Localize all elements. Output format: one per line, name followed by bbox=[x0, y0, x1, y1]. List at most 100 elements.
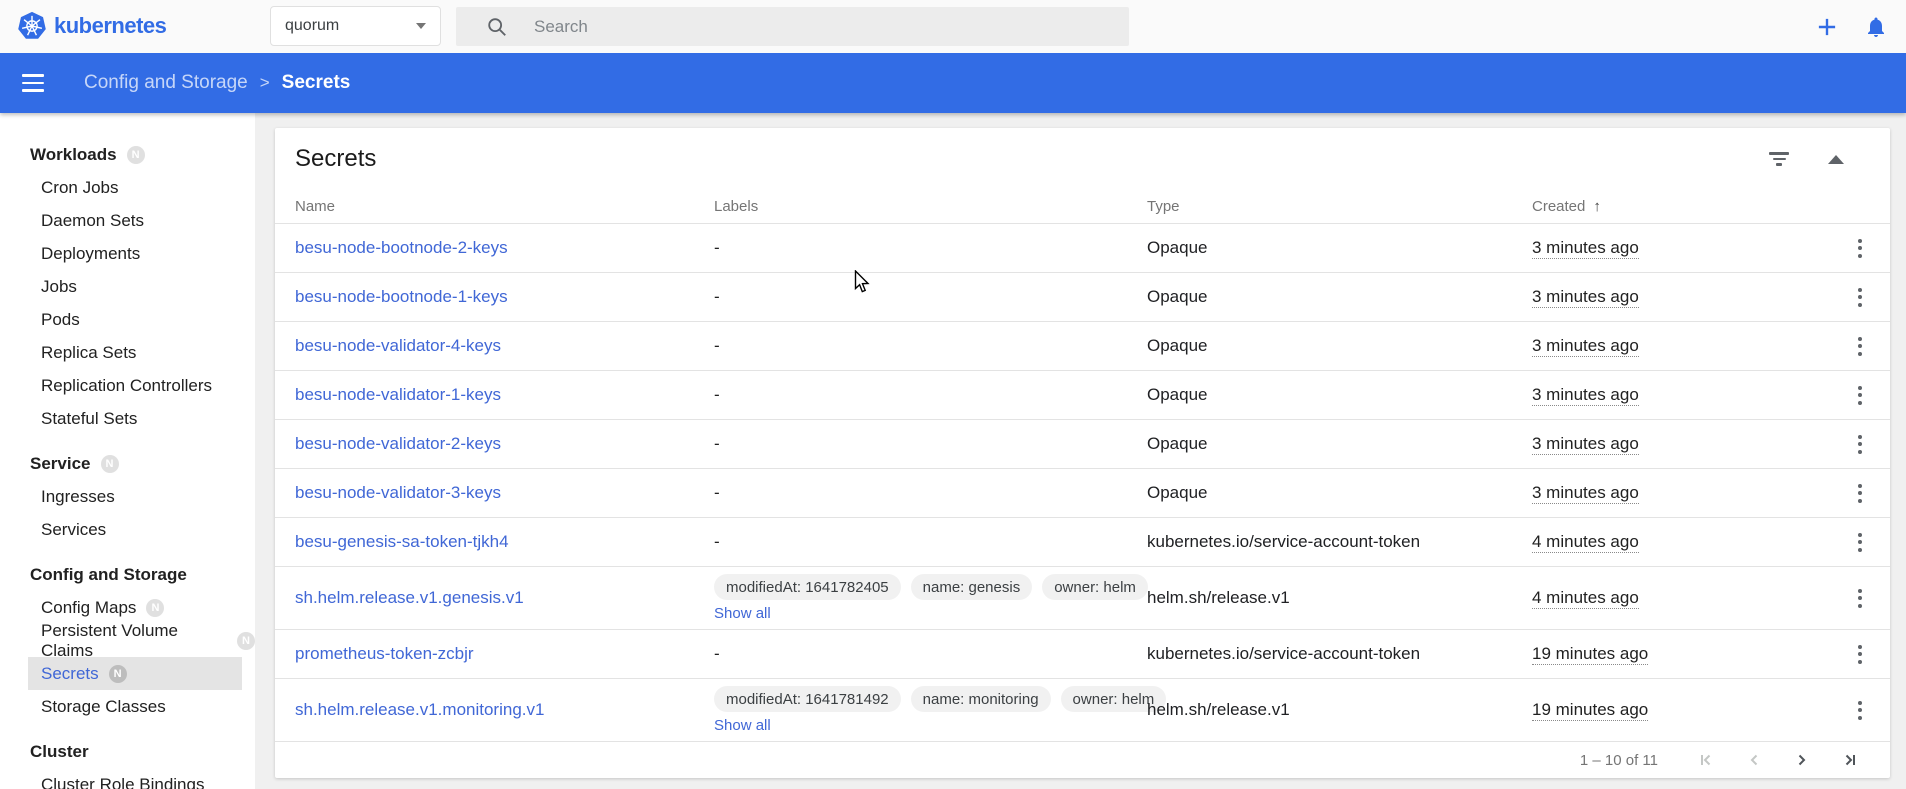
show-all-link[interactable]: Show all bbox=[714, 717, 771, 734]
type-cell: Opaque bbox=[1147, 385, 1532, 405]
sidebar-section-title-cluster[interactable]: Cluster bbox=[0, 736, 255, 768]
name-cell: besu-node-validator-2-keys bbox=[295, 434, 714, 454]
topbar-actions bbox=[1812, 0, 1890, 53]
breadcrumb: Config and Storage > Secrets bbox=[84, 72, 350, 94]
row-menu-button[interactable] bbox=[1836, 375, 1884, 415]
brand[interactable]: kubernetes bbox=[17, 11, 166, 41]
sidebar-item-ingresses[interactable]: Ingresses bbox=[0, 480, 255, 513]
sidebar-item-label: Deployments bbox=[41, 244, 140, 264]
created-time: 3 minutes ago bbox=[1532, 287, 1639, 308]
sidebar-item-deployments[interactable]: Deployments bbox=[0, 237, 255, 270]
created-time: 19 minutes ago bbox=[1532, 700, 1648, 721]
table-row: besu-node-validator-2-keys-Opaque3 minut… bbox=[275, 420, 1890, 469]
secret-name-link[interactable]: besu-node-bootnode-2-keys bbox=[295, 238, 508, 257]
row-actions-cell bbox=[1836, 522, 1884, 562]
row-menu-button[interactable] bbox=[1836, 277, 1884, 317]
sidebar-item-label: Replica Sets bbox=[41, 343, 136, 363]
table-row: besu-node-validator-4-keys-Opaque3 minut… bbox=[275, 322, 1890, 371]
secret-name-link[interactable]: besu-node-validator-1-keys bbox=[295, 385, 501, 404]
table-row: sh.helm.release.v1.genesis.v1 modifiedAt:… bbox=[275, 567, 1890, 630]
created-cell: 19 minutes ago bbox=[1532, 644, 1836, 664]
sidebar-item-label: Services bbox=[41, 520, 106, 540]
labels-cell: modifiedAt: 1641781492name: monitoringow… bbox=[714, 679, 1147, 741]
show-all-link[interactable]: Show all bbox=[714, 605, 771, 622]
secret-name-link[interactable]: sh.helm.release.v1.monitoring.v1 bbox=[295, 700, 544, 719]
last-page-button[interactable] bbox=[1826, 742, 1874, 778]
sidebar-section-title-workloads[interactable]: WorkloadsN bbox=[0, 139, 255, 171]
name-cell: besu-node-validator-1-keys bbox=[295, 385, 714, 405]
sidebar-item-persistent-volume-claims[interactable]: Persistent Volume ClaimsN bbox=[0, 624, 255, 657]
notifications-button[interactable] bbox=[1862, 13, 1890, 41]
created-time: 3 minutes ago bbox=[1532, 483, 1639, 504]
sidebar-section-label: Cluster bbox=[30, 742, 89, 762]
sidebar-section-title-config-and-storage[interactable]: Config and Storage bbox=[0, 559, 255, 591]
labels-empty: - bbox=[714, 644, 720, 663]
sidebar-item-replication-controllers[interactable]: Replication Controllers bbox=[0, 369, 255, 402]
secret-name-link[interactable]: besu-node-validator-4-keys bbox=[295, 336, 501, 355]
label-chip: modifiedAt: 1641782405 bbox=[714, 574, 901, 600]
sidebar-item-services[interactable]: Services bbox=[0, 513, 255, 546]
sidebar-item-replica-sets[interactable]: Replica Sets bbox=[0, 336, 255, 369]
created-cell: 19 minutes ago bbox=[1532, 700, 1836, 720]
secret-type: Opaque bbox=[1147, 385, 1208, 404]
secret-name-link[interactable]: prometheus-token-zcbjr bbox=[295, 644, 474, 663]
sidebar-item-label: Persistent Volume Claims bbox=[41, 621, 227, 661]
row-actions-cell bbox=[1836, 277, 1884, 317]
table-row: besu-node-bootnode-2-keys-Opaque3 minute… bbox=[275, 224, 1890, 273]
secret-type: helm.sh/release.v1 bbox=[1147, 588, 1290, 607]
row-menu-button[interactable] bbox=[1836, 326, 1884, 366]
type-cell: Opaque bbox=[1147, 238, 1532, 258]
sidebar-item-jobs[interactable]: Jobs bbox=[0, 270, 255, 303]
type-cell: helm.sh/release.v1 bbox=[1147, 700, 1532, 720]
sidebar-item-label: Ingresses bbox=[41, 487, 115, 507]
column-header-label: Labels bbox=[714, 198, 758, 215]
sidebar-item-stateful-sets[interactable]: Stateful Sets bbox=[0, 402, 255, 435]
type-cell: Opaque bbox=[1147, 483, 1532, 503]
breadcrumb-parent-link[interactable]: Config and Storage bbox=[84, 72, 248, 94]
created-time: 3 minutes ago bbox=[1532, 238, 1639, 259]
sidebar-item-cluster-role-bindings[interactable]: Cluster Role Bindings bbox=[0, 768, 255, 789]
menu-button[interactable] bbox=[18, 70, 48, 96]
new-badge: N bbox=[146, 599, 164, 617]
sidebar-item-config-maps[interactable]: Config MapsN bbox=[0, 591, 255, 624]
collapse-card-button[interactable] bbox=[1826, 153, 1846, 166]
sidebar-item-storage-classes[interactable]: Storage Classes bbox=[0, 690, 255, 723]
type-cell: Opaque bbox=[1147, 434, 1532, 454]
secret-name-link[interactable]: besu-node-validator-2-keys bbox=[295, 434, 501, 453]
next-page-button[interactable] bbox=[1778, 742, 1826, 778]
secret-name-link[interactable]: besu-node-bootnode-1-keys bbox=[295, 287, 508, 306]
row-menu-button[interactable] bbox=[1836, 228, 1884, 268]
breadcrumb-current: Secrets bbox=[282, 72, 351, 94]
row-menu-button[interactable] bbox=[1836, 578, 1884, 618]
column-header-name[interactable]: Name bbox=[295, 198, 714, 215]
sidebar-section-label: Service bbox=[30, 454, 91, 474]
row-menu-button[interactable] bbox=[1836, 473, 1884, 513]
sidebar-item-cron-jobs[interactable]: Cron Jobs bbox=[0, 171, 255, 204]
row-menu-button[interactable] bbox=[1836, 522, 1884, 562]
first-page-icon bbox=[1694, 748, 1718, 772]
sidebar-item-label: Daemon Sets bbox=[41, 211, 144, 231]
kebab-icon bbox=[1858, 484, 1862, 503]
namespace-selector[interactable]: quorum bbox=[270, 6, 441, 46]
row-menu-button[interactable] bbox=[1836, 424, 1884, 464]
sidebar-item-daemon-sets[interactable]: Daemon Sets bbox=[0, 204, 255, 237]
filter-button[interactable] bbox=[1766, 150, 1792, 168]
create-resource-button[interactable] bbox=[1812, 12, 1842, 42]
created-cell: 4 minutes ago bbox=[1532, 588, 1836, 608]
table-row: prometheus-token-zcbjr-kubernetes.io/ser… bbox=[275, 630, 1890, 679]
labels-empty: - bbox=[714, 287, 720, 306]
labels-cell: - bbox=[714, 644, 1147, 664]
sidebar-section-title-service[interactable]: ServiceN bbox=[0, 448, 255, 480]
secret-name-link[interactable]: besu-node-validator-3-keys bbox=[295, 483, 501, 502]
kebab-icon bbox=[1858, 288, 1862, 307]
sidebar-item-pods[interactable]: Pods bbox=[0, 303, 255, 336]
row-menu-button[interactable] bbox=[1836, 690, 1884, 730]
sidebar-item-secrets[interactable]: SecretsN bbox=[28, 657, 242, 690]
row-menu-button[interactable] bbox=[1836, 634, 1884, 674]
secret-name-link[interactable]: besu-genesis-sa-token-tjkh4 bbox=[295, 532, 509, 551]
secret-name-link[interactable]: sh.helm.release.v1.genesis.v1 bbox=[295, 588, 524, 607]
column-header-created[interactable]: Created↑ bbox=[1532, 198, 1836, 215]
search-input[interactable] bbox=[534, 17, 1054, 37]
search-icon bbox=[486, 16, 508, 38]
sidebar-section-config-and-storage: Config and StorageConfig MapsNPersistent… bbox=[0, 559, 255, 723]
